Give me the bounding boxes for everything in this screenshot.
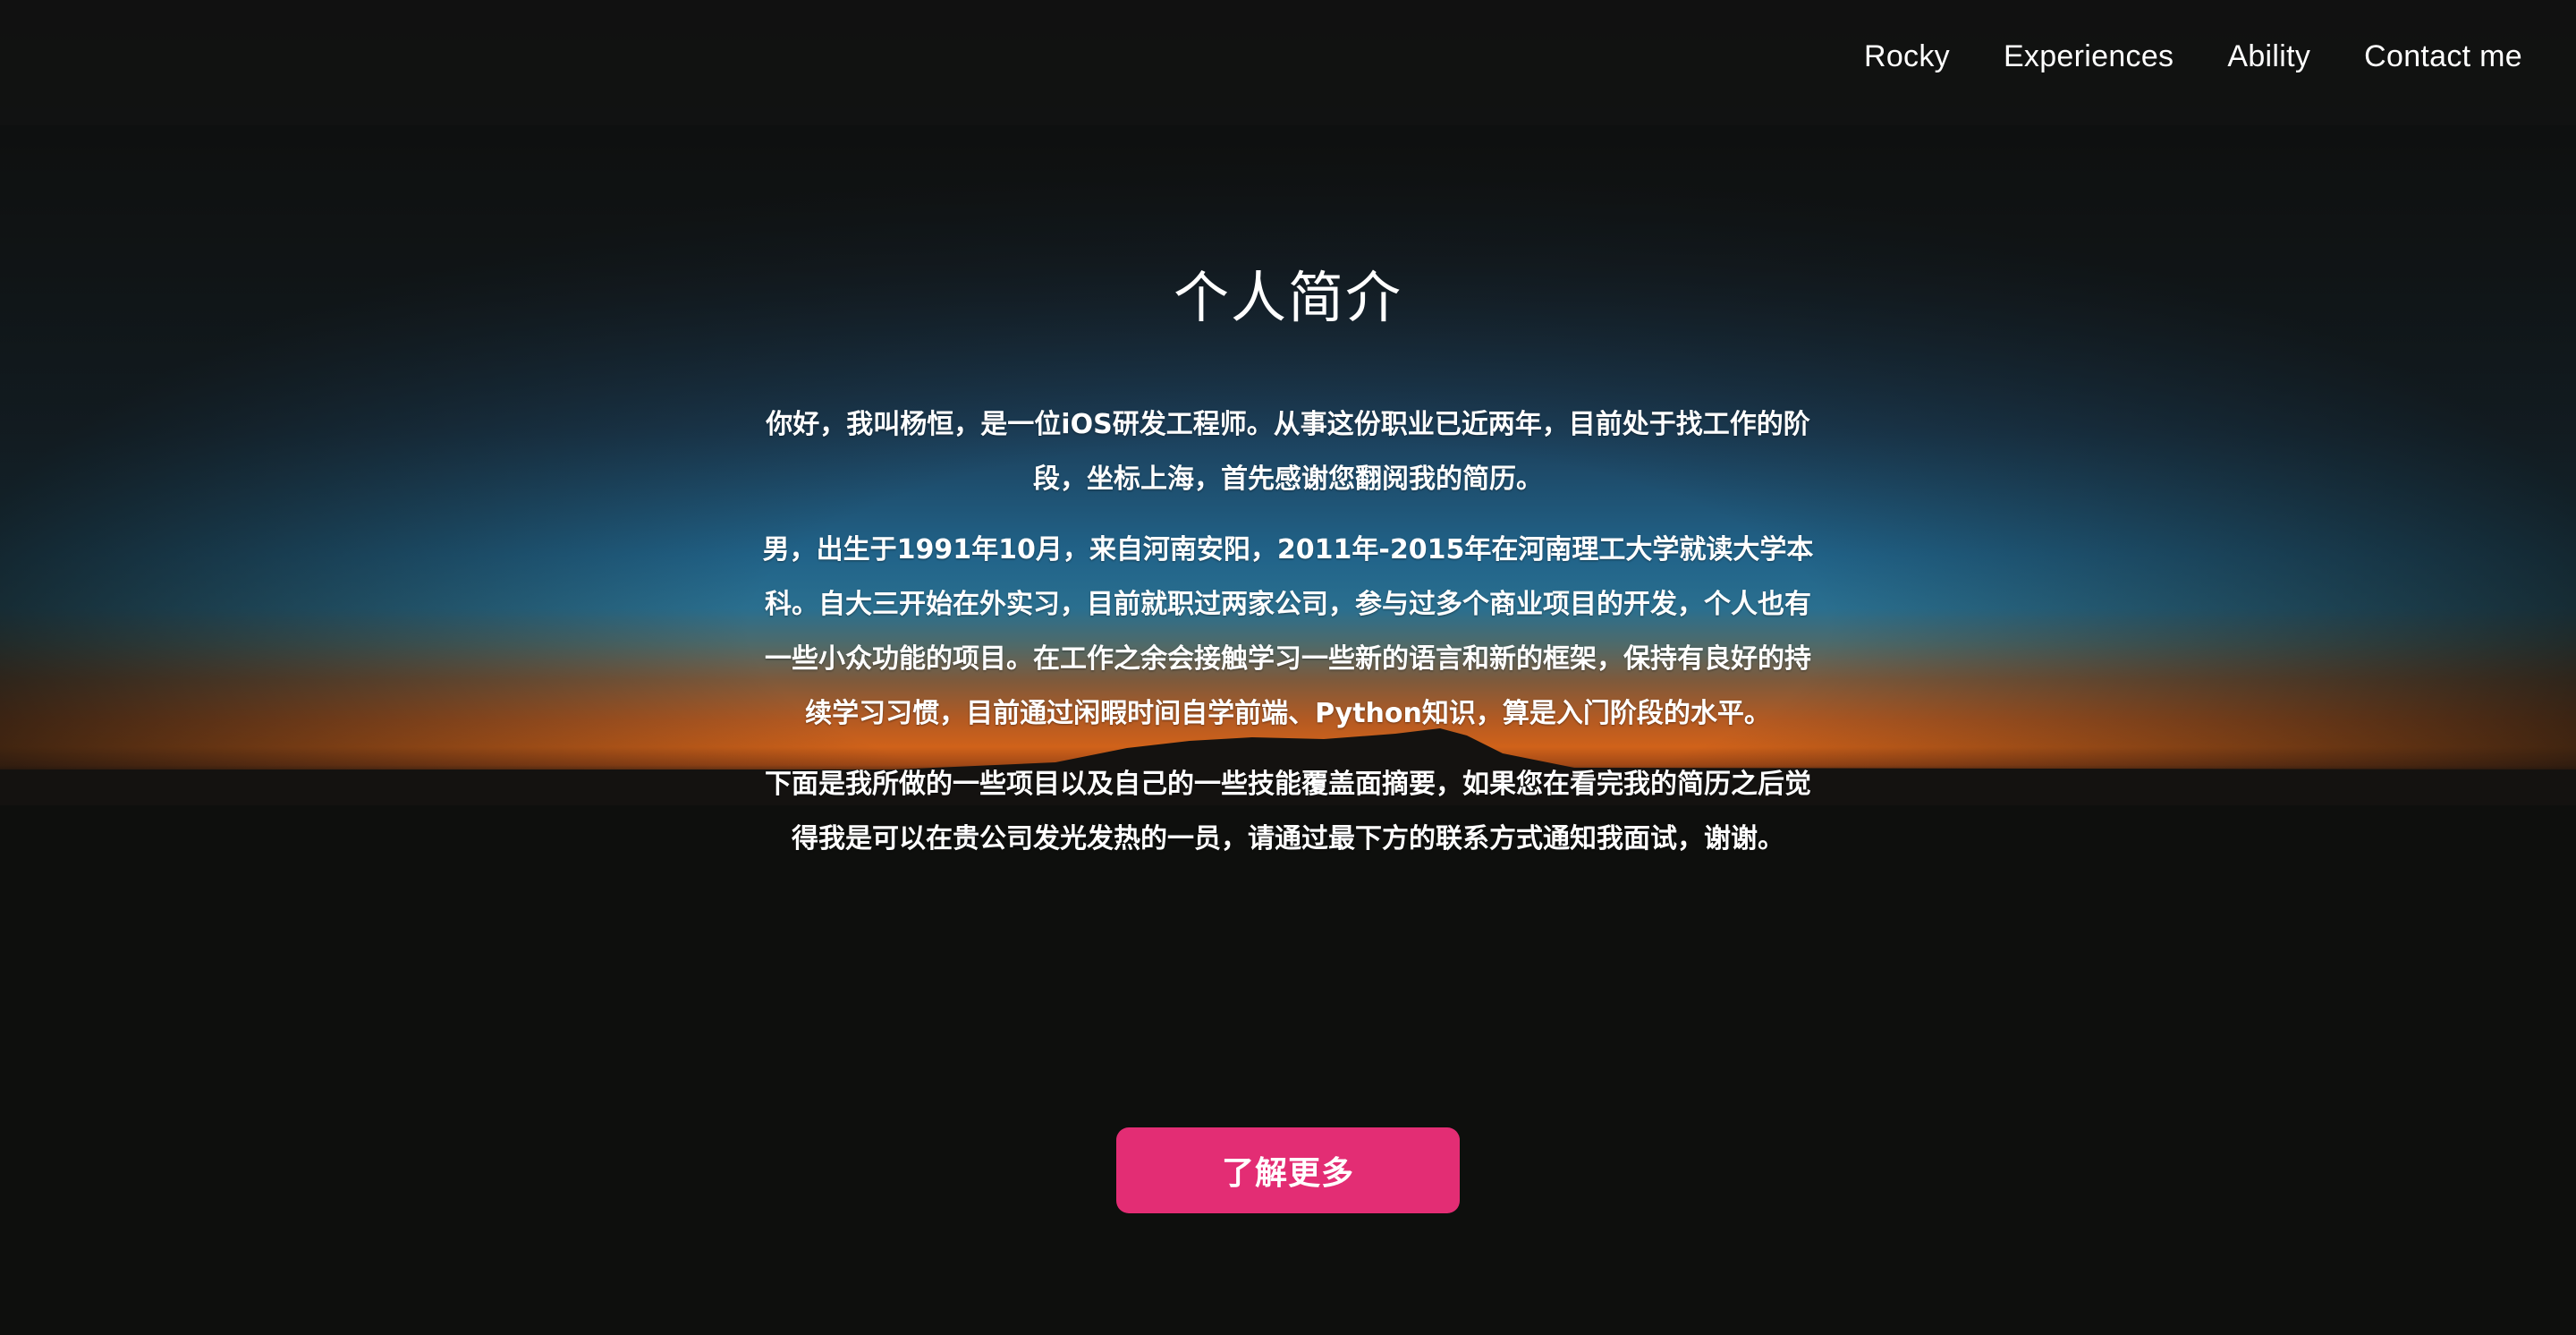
section-title: 个人简介 — [1173, 265, 1402, 330]
nav-links: Rocky Experiences Ability Contact me — [1864, 39, 2522, 74]
intro-paragraph-1: 你好，我叫杨恒，是一位iOS研发工程师。从事这份职业已近两年，目前处于找工作的阶… — [766, 409, 1810, 495]
nav-link-rocky[interactable]: Rocky — [1864, 39, 1950, 74]
intro-paragraph-2: 男，出生于1991年10月，来自河南安阳，2011年-2015年在河南理工大学就… — [762, 534, 1814, 729]
nav-link-experiences[interactable]: Experiences — [2004, 39, 2174, 74]
intro-paragraph-3: 下面是我所做的一些项目以及自己的一些技能覆盖面摘要，如果您在看完我的简历之后觉得… — [765, 769, 1811, 855]
top-navigation-bar: Rocky Experiences Ability Contact me — [0, 0, 2576, 125]
nav-link-contact-me[interactable]: Contact me — [2364, 39, 2522, 74]
intro-section: 个人简介 你好，我叫杨恒，是一位iOS研发工程师。从事这份职业已近两年，目前处于… — [760, 252, 1816, 882]
learn-more-button[interactable]: 了解更多 — [1116, 1127, 1460, 1213]
nav-link-ability[interactable]: Ability — [2227, 39, 2310, 74]
page: Rocky Experiences Ability Contact me 个人简… — [0, 0, 2576, 1335]
